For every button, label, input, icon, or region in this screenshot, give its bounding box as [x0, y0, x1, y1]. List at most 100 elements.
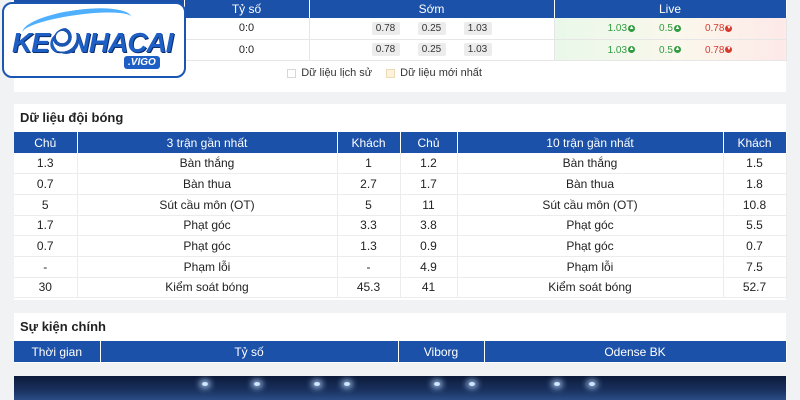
table-cell: 0.7 [14, 173, 78, 195]
odds-header-score: Tỷ số [184, 0, 310, 18]
th-away-3: Khách [337, 132, 401, 153]
legend-history-swatch [287, 68, 297, 78]
main-events-section: Sự kiện chính Thời gian Tỷ số Viborg Ode… [14, 313, 787, 363]
table-row: - Phạm lỗi -4.9 Phạm lỗi 7.5 [14, 256, 787, 278]
table-cell: 45.3 [337, 277, 401, 299]
table-cell: 1.8 [723, 173, 787, 195]
live-odds-text: 1.03 [607, 23, 628, 35]
table-cell: Phạt góc [457, 235, 724, 257]
arrow-down-icon: ▼ [725, 46, 733, 54]
table-cell: Kiểm soát bóng [77, 277, 338, 299]
table-cell: 1.3 [14, 153, 78, 175]
arrow-up-icon: ▲ [673, 46, 681, 54]
live-odds-value: 1.03 ▲ [607, 23, 636, 35]
early-odds-value: 0.78 [371, 21, 400, 35]
th-time: Thời gian [14, 341, 101, 362]
stadium-light [344, 382, 350, 386]
arrow-up-icon: ▲ [628, 46, 636, 54]
odds-early-cell: 0.78 0.25 1.03 [309, 39, 555, 61]
odds-early-cell: 0.78 0.25 1.03 [309, 18, 555, 40]
arrow-up-icon: ▲ [673, 25, 681, 33]
th-last-10: 10 trận gần nhất [457, 132, 724, 153]
live-odds-text: 0.5 [659, 23, 673, 35]
legend-latest-swatch [386, 68, 396, 78]
table-cell: 3.3 [337, 215, 401, 237]
live-odds-text: 1.03 [607, 44, 628, 56]
table-cell: 1.5 [723, 153, 787, 175]
table-row: 0.7 Phạt góc 1.3 0.9 Phạt góc 0.7 [14, 235, 787, 257]
logo-sub-text: .VIGO [124, 56, 160, 69]
table-cell: 0.7 [14, 235, 78, 257]
stadium-light [434, 382, 440, 386]
odds-header-early: Sớm [309, 0, 555, 18]
table-cell: 52.7 [723, 277, 787, 299]
table-cell: Bàn thua [77, 173, 338, 195]
stadium-light [254, 382, 260, 386]
th-last-3: 3 trận gần nhất [77, 132, 338, 153]
early-odds-value: 0.78 [371, 43, 400, 56]
table-cell: - [337, 256, 401, 278]
table-cell: 1 [337, 153, 401, 175]
table-cell: Bàn thua [457, 173, 724, 195]
table-cell: 1.7 [14, 215, 78, 237]
live-odds-value: 0.78 ▼ [704, 23, 733, 35]
odds-legend: Dữ liệu lịch sử Dữ liệu mới nhất [287, 67, 482, 79]
table-cell: 5 [337, 194, 401, 216]
stadium-light [314, 382, 320, 386]
table-cell: 5.5 [723, 215, 787, 237]
early-odds-value: 0.25 [417, 21, 446, 35]
table-cell: 0.9 [400, 235, 458, 257]
stadium-light [202, 382, 208, 386]
table-cell: Bàn thắng [77, 153, 338, 175]
table-cell: Kiểm soát bóng [457, 277, 724, 299]
odds-header-live: Live [554, 0, 787, 18]
team-data-section: Dữ liệu đội bóng Chủ 3 trận gần nhất Khá… [14, 104, 787, 300]
table-cell: 30 [14, 277, 78, 299]
table-row: 1.3 Bàn thắng 1 1.2 Bàn thắng 1.5 [14, 153, 787, 175]
table-cell: Phạt góc [457, 215, 724, 237]
table-cell: 4.9 [400, 256, 458, 278]
soccer-ball-icon [53, 28, 79, 54]
th-home-3: Chủ [14, 132, 78, 153]
table-cell: 10.8 [723, 194, 787, 216]
table-cell: Phạm lỗi [77, 256, 338, 278]
odds-score-cell: 0:0 [184, 39, 310, 61]
live-odds-value: 0.78 ▼ [704, 44, 733, 56]
team-data-table: Chủ 3 trận gần nhất Khách Chủ 10 trận gầ… [14, 132, 787, 299]
odds-score-cell: 0:0 [184, 18, 310, 40]
table-row: 30 Kiểm soát bóng 45.3 41 Kiểm soát bóng 52.7 [14, 277, 787, 299]
team-data-title: Dữ liệu đội bóng [20, 110, 124, 125]
table-cell: Sút cầu môn (OT) [457, 194, 724, 216]
odds-live-cell: 1.03 ▲ 0.5 ▲ 0.78 ▼ [554, 18, 787, 40]
table-cell: 1.2 [400, 153, 458, 175]
live-odds-text: 0.78 [704, 44, 725, 56]
legend-history-label: Dữ liệu lịch sử [301, 67, 373, 79]
arrow-up-icon: ▲ [628, 25, 636, 33]
legend-latest-label: Dữ liệu mới nhất [400, 67, 482, 79]
table-cell: 41 [400, 277, 458, 299]
table-cell: 0.7 [723, 235, 787, 257]
table-cell: Phạt góc [77, 235, 338, 257]
table-cell: - [14, 256, 78, 278]
odds-live-cell: 1.03 ▲ 0.5 ▲ 0.78 ▼ [554, 39, 787, 61]
legend-latest[interactable]: Dữ liệu mới nhất [386, 67, 482, 79]
table-cell: Phạm lỗi [457, 256, 724, 278]
table-cell: 2.7 [337, 173, 401, 195]
legend-history[interactable]: Dữ liệu lịch sử [287, 67, 372, 79]
th-home-10: Chủ [400, 132, 458, 153]
early-odds-value: 1.03 [463, 43, 492, 56]
site-logo[interactable]: KEONHACAI .VIGO [2, 2, 186, 78]
stadium-light [554, 382, 560, 386]
live-odds-text: 0.78 [704, 23, 725, 35]
stadium-light [469, 382, 475, 386]
table-cell: 5 [14, 194, 78, 216]
stadium-banner-image [14, 376, 786, 400]
live-odds-value: 1.03 ▲ [607, 44, 636, 56]
arrow-down-icon: ▼ [725, 25, 733, 33]
live-odds-text: 0.5 [659, 44, 673, 56]
th-away-10: Khách [723, 132, 787, 153]
table-row: 0.7 Bàn thua 2.7 1.7 Bàn thua 1.8 [14, 173, 787, 195]
th-away-team: Odense BK [484, 341, 787, 362]
live-odds-value: 0.5 ▲ [659, 45, 681, 56]
table-cell: 1.3 [337, 235, 401, 257]
